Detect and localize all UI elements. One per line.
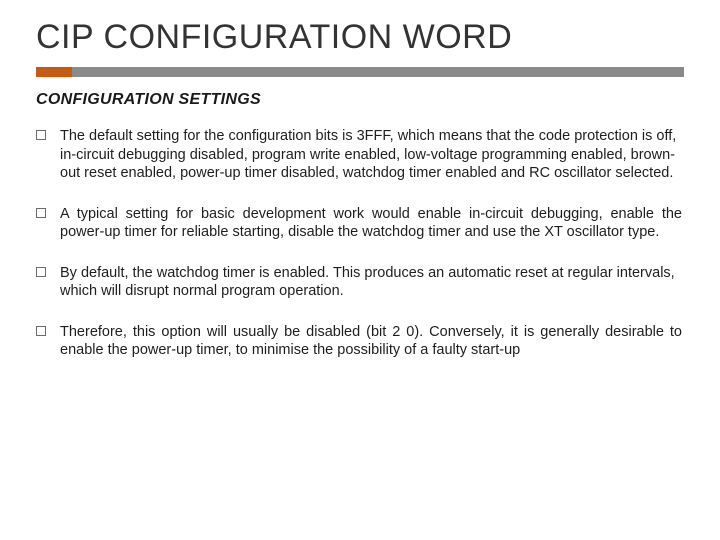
bullet-text: A typical setting for basic development …	[60, 205, 682, 242]
square-bullet-icon	[36, 326, 46, 336]
title-bar-rest	[72, 67, 684, 77]
bullet-text: The default setting for the configuratio…	[60, 127, 682, 183]
list-item: A typical setting for basic development …	[36, 205, 682, 242]
bullet-text: By default, the watchdog timer is enable…	[60, 264, 682, 301]
page-title: CIP CONFIGURATION WORD	[36, 18, 684, 57]
list-item: Therefore, this option will usually be d…	[36, 323, 682, 360]
bullet-list: The default setting for the configuratio…	[36, 127, 684, 360]
bullet-text: Therefore, this option will usually be d…	[60, 323, 682, 360]
slide: CIP CONFIGURATION WORD CONFIGURATION SET…	[0, 0, 720, 540]
title-bar-accent	[36, 67, 72, 77]
square-bullet-icon	[36, 208, 46, 218]
square-bullet-icon	[36, 267, 46, 277]
subheading: CONFIGURATION SETTINGS	[36, 91, 684, 109]
title-bar	[36, 67, 684, 77]
square-bullet-icon	[36, 130, 46, 140]
list-item: The default setting for the configuratio…	[36, 127, 682, 183]
list-item: By default, the watchdog timer is enable…	[36, 264, 682, 301]
